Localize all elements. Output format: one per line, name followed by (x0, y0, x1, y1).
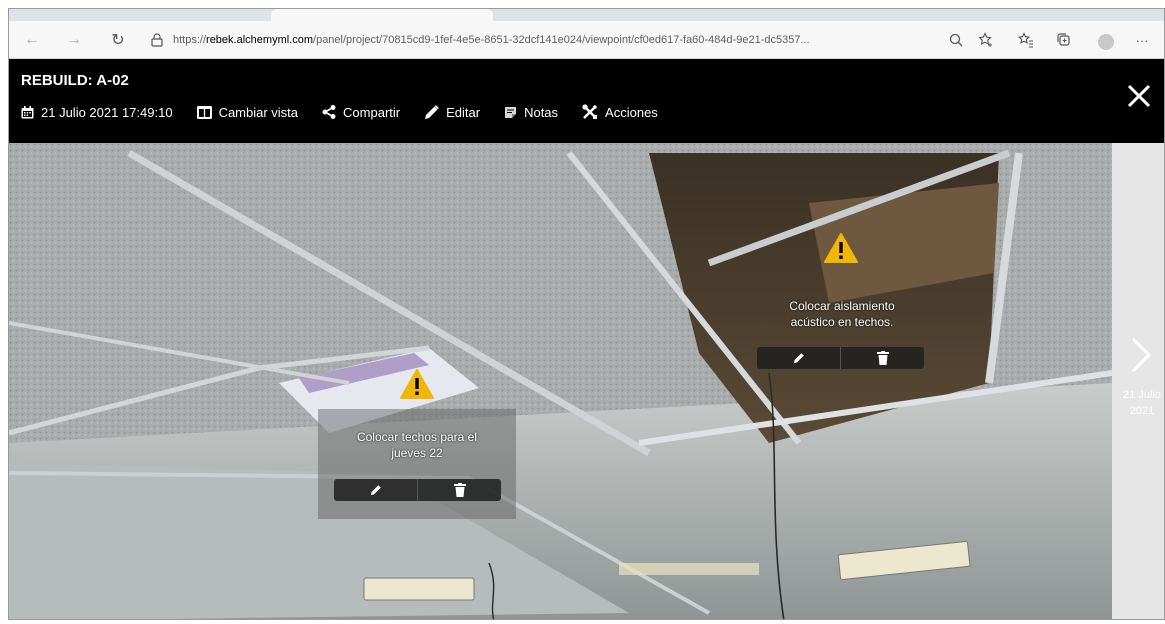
url-path: /panel/project/70815cd9-1fef-4e5e-8651-3… (313, 34, 810, 46)
browser-window: ← → ↻ https://rebek.alchemyml.com/panel/… (8, 8, 1165, 620)
next-viewpoint-date[interactable]: 21 Julio 2021 (1116, 387, 1164, 419)
close-icon[interactable] (1126, 83, 1152, 109)
edit-note-button[interactable] (334, 479, 417, 501)
more-menu-icon[interactable]: ··· (1131, 29, 1153, 51)
pencil-icon (370, 485, 381, 496)
next-viewpoint-panel[interactable] (1112, 143, 1164, 619)
viewer-toolbar: 21 Julio 2021 17:49:10 Cambiar vista Com… (21, 104, 682, 120)
refresh-icon[interactable]: ↻ (107, 29, 129, 51)
page-title: REBUILD: A-02 (21, 72, 129, 89)
notes-icon (505, 106, 517, 118)
chevron-right-icon[interactable] (1127, 335, 1155, 375)
edit-label: Editar (446, 104, 481, 120)
address-bar: ← → ↻ https://rebek.alchemyml.com/panel/… (9, 21, 1164, 59)
note-actions (334, 479, 501, 501)
actions-label: Acciones (605, 104, 658, 120)
url-domain: rebek.alchemyml.com (206, 34, 314, 46)
note-text-line1: Colocar techos para el (356, 430, 478, 444)
date-display: 21 Julio 2021 17:49:10 (21, 105, 173, 120)
warning-icon[interactable] (400, 369, 434, 399)
delete-note-button[interactable] (840, 347, 924, 369)
lock-icon (151, 33, 165, 47)
next-date-line1: 21 Julio (1123, 389, 1161, 401)
collections-icon[interactable] (1053, 29, 1075, 51)
viewer-header: REBUILD: A-02 21 Julio 2021 17:49:10 Cam… (9, 59, 1164, 143)
date-label: 21 Julio 2021 17:49:10 (41, 104, 173, 120)
ceiling-photo (9, 143, 1112, 619)
share-label: Compartir (343, 104, 401, 120)
active-tab[interactable] (271, 9, 493, 21)
back-icon[interactable]: ← (21, 29, 43, 51)
edit-note-button[interactable] (757, 347, 840, 369)
trash-icon (453, 483, 466, 497)
profile-avatar[interactable] (1093, 29, 1115, 51)
url-prefix: https:// (173, 34, 207, 46)
note-text: Colocar techos para el jueves 22 (318, 429, 516, 461)
note-text-line2: acústico en techos. (790, 315, 894, 329)
actions-button[interactable]: Acciones (582, 104, 658, 120)
delete-note-button[interactable] (417, 479, 501, 501)
zoom-icon[interactable] (945, 29, 967, 51)
change-view-label: Cambiar vista (218, 104, 299, 120)
note-text-line2: jueves 22 (391, 446, 443, 460)
notes-label: Notas (524, 104, 559, 120)
change-view-button[interactable]: Cambiar vista (196, 104, 299, 120)
calendar-icon (21, 105, 34, 118)
tools-icon (582, 104, 598, 119)
favorite-add-icon[interactable] (975, 29, 997, 51)
warning-icon[interactable] (824, 233, 858, 263)
pencil-icon (793, 353, 804, 364)
note-actions (757, 347, 924, 369)
split-view-icon (196, 105, 212, 119)
panorama-viewer[interactable] (9, 143, 1112, 619)
annotation-note: Colocar aislamiento acústico en techos. (757, 233, 927, 375)
tab-strip (9, 9, 1164, 21)
share-icon (322, 105, 336, 119)
next-date-line2: 2021 (1129, 405, 1155, 417)
notes-button[interactable]: Notas (504, 105, 558, 120)
edit-button[interactable]: Editar (424, 105, 480, 120)
note-text: Colocar aislamiento acústico en techos. (757, 298, 927, 330)
trash-icon (876, 351, 889, 365)
share-button[interactable]: Compartir (322, 105, 400, 120)
forward-icon[interactable]: → (63, 29, 85, 51)
favorites-icon[interactable] (1015, 29, 1037, 51)
note-text-line1: Colocar aislamiento (789, 299, 895, 313)
pencil-icon (425, 104, 439, 119)
annotation-note: Colocar techos para el jueves 22 (318, 369, 516, 519)
